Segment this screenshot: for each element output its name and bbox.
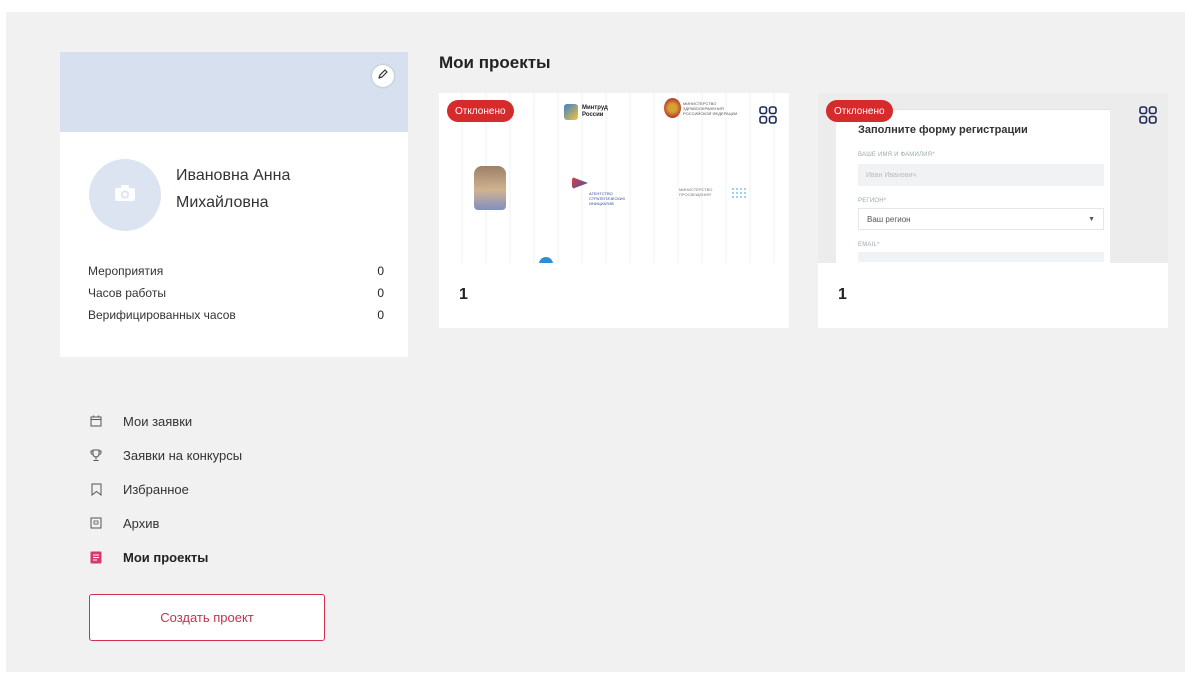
registration-form-preview: Заполните форму регистрации ВАШЕ ИМЯ И Ф… bbox=[836, 109, 1110, 263]
emblem-logo bbox=[664, 98, 681, 118]
sidebar-item-label: Мои проекты bbox=[123, 549, 209, 565]
form-label-email: EMAIL* bbox=[858, 242, 880, 248]
grid-icon[interactable] bbox=[1139, 106, 1157, 124]
edit-profile-button[interactable] bbox=[372, 65, 394, 87]
grid-icon[interactable] bbox=[759, 106, 777, 124]
form-region-value: Ваш регион bbox=[867, 214, 911, 224]
status-badge: Отклонено bbox=[447, 100, 514, 122]
mintrud-logo: Минтруд России bbox=[582, 105, 608, 118]
bookmark-icon bbox=[89, 482, 103, 496]
form-name-input: Иван Иванович bbox=[858, 164, 1104, 186]
ministry-logo-bottom: МИНИСТЕРСТВО ПРОСВЕЩЕНИЯ bbox=[679, 187, 713, 197]
sidebar-item-label: Архив bbox=[123, 515, 160, 531]
create-project-button[interactable]: Создать проект bbox=[89, 594, 325, 641]
stat-label: Верифицированных часов bbox=[88, 308, 236, 322]
archive-icon bbox=[89, 516, 103, 530]
profile-cover bbox=[60, 52, 408, 132]
project-card[interactable]: Минтруд России МИНИСТЕРСТВО ЗДРАВООХРАНЕ… bbox=[439, 93, 789, 328]
stat-value: 0 bbox=[377, 286, 384, 300]
dropdown-arrow-icon: ▼ bbox=[1088, 215, 1095, 223]
page-title: Мои проекты bbox=[439, 53, 551, 72]
avatar[interactable] bbox=[89, 159, 161, 231]
sidebar-item-my-applications[interactable]: Мои заявки bbox=[89, 404, 242, 438]
sidebar-menu: Мои заявки Заявки на конкурсы Избранное … bbox=[89, 404, 242, 574]
sidebar-item-label: Мои заявки bbox=[123, 413, 193, 429]
sidebar-item-contest-applications[interactable]: Заявки на конкурсы bbox=[89, 438, 242, 472]
projects-icon bbox=[89, 550, 103, 564]
sidebar-item-my-projects[interactable]: Мои проекты bbox=[89, 540, 242, 574]
sidebar-item-label: Избранное bbox=[123, 481, 189, 497]
stat-value: 0 bbox=[377, 264, 384, 278]
stat-row-verified-hours: Верифицированных часов 0 bbox=[88, 304, 384, 326]
ministry-logo-top: МИНИСТЕРСТВО ЗДРАВООХРАНЕНИЯ РОССИЙСКОЙ … bbox=[683, 101, 738, 116]
dots-mark bbox=[731, 187, 747, 199]
form-title: Заполните форму регистрации bbox=[858, 124, 1028, 136]
blue-dot bbox=[539, 257, 553, 263]
stat-label: Мероприятия bbox=[88, 264, 164, 278]
profile-card: Ивановна Анна Михайловна Мероприятия 0 Ч… bbox=[60, 52, 408, 357]
form-email-input bbox=[858, 252, 1104, 262]
pencil-icon bbox=[377, 67, 389, 85]
form-label-name: ВАШЕ ИМЯ И ФАМИЛИЯ* bbox=[858, 152, 935, 158]
trophy-icon bbox=[89, 448, 103, 462]
stat-value: 0 bbox=[377, 308, 384, 322]
profile-name-line2: Михайловна bbox=[176, 194, 269, 211]
form-region-select: Ваш регион ▼ bbox=[858, 208, 1104, 230]
sidebar-item-archive[interactable]: Архив bbox=[89, 506, 242, 540]
sidebar-item-favorites[interactable]: Избранное bbox=[89, 472, 242, 506]
camera-icon bbox=[114, 184, 136, 207]
profile-stats: Мероприятия 0 Часов работы 0 Верифициров… bbox=[88, 260, 384, 326]
project-number: 1 bbox=[838, 286, 847, 303]
stat-row-hours: Часов работы 0 bbox=[88, 282, 384, 304]
asi-logo: АГЕНТСТВО СТРАТЕГИЧЕСКИХ ИНИЦИАТИВ bbox=[589, 191, 626, 206]
status-badge: Отклонено bbox=[826, 100, 893, 122]
stat-row-events: Мероприятия 0 bbox=[88, 260, 384, 282]
sidebar-item-label: Заявки на конкурсы bbox=[123, 447, 243, 463]
logo-mark bbox=[564, 104, 578, 120]
calendar-icon bbox=[89, 414, 103, 428]
form-label-region: РЕГИОН* bbox=[858, 198, 887, 204]
emblem-figure bbox=[474, 166, 506, 210]
project-number: 1 bbox=[459, 286, 468, 303]
stat-label: Часов работы bbox=[88, 286, 166, 300]
profile-name: Ивановна Анна Михайловна bbox=[176, 162, 376, 216]
asi-mark bbox=[572, 177, 588, 189]
project-card[interactable]: Заполните форму регистрации ВАШЕ ИМЯ И Ф… bbox=[818, 93, 1168, 328]
profile-name-line1: Ивановна Анна bbox=[176, 167, 291, 184]
